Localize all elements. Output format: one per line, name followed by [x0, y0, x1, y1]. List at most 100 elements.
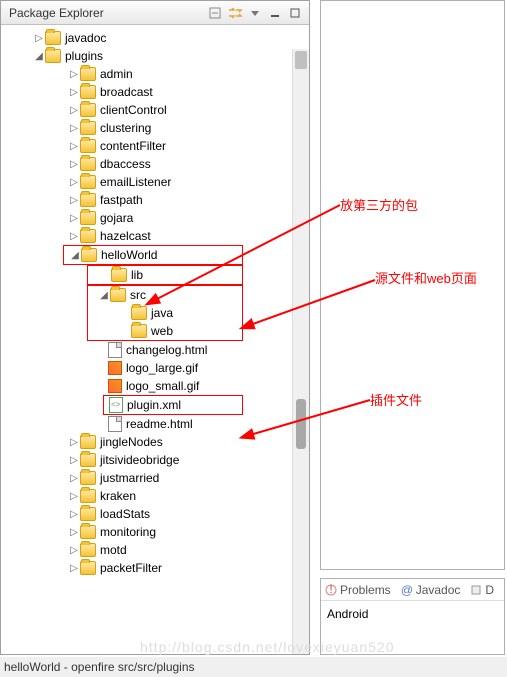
tree-label: jingleNodes — [100, 435, 163, 449]
tree-item[interactable]: ▷motd — [3, 541, 309, 559]
panel-title: Package Explorer — [5, 6, 205, 20]
tree-item[interactable]: ▷hazelcast — [3, 227, 309, 245]
tree-label: gojara — [100, 211, 133, 225]
tree-item[interactable]: ▷ jitsivideobridge — [3, 451, 309, 469]
html-file-icon — [108, 342, 122, 358]
tree-label: jitsivideobridge — [100, 453, 179, 467]
folder-icon — [131, 306, 147, 320]
tree-item-plugins[interactable]: ◢plugins — [3, 47, 309, 65]
folder-icon — [80, 157, 96, 171]
expand-icon[interactable]: ▷ — [68, 123, 80, 134]
html-file-icon — [108, 416, 122, 432]
expand-icon[interactable]: ▷ — [68, 141, 80, 152]
expand-icon[interactable]: ▷ — [68, 177, 80, 188]
tree-item[interactable]: ▷fastpath — [3, 191, 309, 209]
folder-open-icon — [45, 49, 61, 63]
tree-item[interactable]: ▷contentFilter — [3, 137, 309, 155]
tab-declaration[interactable]: D — [470, 583, 494, 597]
expand-icon[interactable]: ▷ — [68, 491, 80, 502]
tree-item[interactable]: ▷ packetFilter — [3, 559, 309, 577]
expand-icon[interactable]: ▷ — [68, 563, 80, 574]
folder-icon — [80, 561, 96, 575]
tree-item-java[interactable]: java — [88, 304, 242, 322]
tree-item[interactable]: ▷admin — [3, 65, 309, 83]
tree-item-web[interactable]: web — [88, 322, 242, 340]
bottom-content: Android — [321, 601, 504, 627]
expand-icon[interactable]: ▷ — [68, 159, 80, 170]
folder-icon — [80, 85, 96, 99]
folder-icon — [80, 453, 96, 467]
tree-item[interactable]: ▷justmarried — [3, 469, 309, 487]
tree-view[interactable]: ▷javadoc ◢plugins ▷admin ▷broadcast ▷cli… — [1, 25, 309, 654]
expand-icon[interactable]: ▷ — [68, 69, 80, 80]
tree-item[interactable]: ▷broadcast — [3, 83, 309, 101]
tree-item-file[interactable]: changelog.html — [3, 341, 309, 359]
editor-area — [320, 0, 505, 570]
folder-icon — [111, 268, 127, 282]
tree-label: kraken — [100, 489, 136, 503]
xml-file-icon — [109, 397, 123, 413]
javadoc-icon: @ — [401, 584, 413, 596]
view-menu-icon[interactable] — [247, 5, 263, 21]
panel-header: Package Explorer — [1, 1, 309, 25]
tab-problems[interactable]: !Problems — [325, 583, 391, 597]
expand-icon[interactable]: ▷ — [68, 231, 80, 242]
tree-item[interactable]: ▷monitoring — [3, 523, 309, 541]
tree-item[interactable]: ▷emailListener — [3, 173, 309, 191]
tab-label: Problems — [340, 583, 391, 597]
tree-label: plugin.xml — [127, 398, 181, 412]
expand-icon[interactable]: ▷ — [68, 527, 80, 538]
collapse-icon[interactable]: ◢ — [98, 290, 110, 301]
folder-icon — [80, 435, 96, 449]
expand-icon[interactable]: ▷ — [68, 545, 80, 556]
tree-item[interactable]: ▷ kraken — [3, 487, 309, 505]
maximize-icon[interactable] — [287, 5, 303, 21]
collapse-icon[interactable]: ◢ — [69, 250, 81, 261]
tree-item-file[interactable]: readme.html — [3, 415, 309, 433]
expand-icon[interactable]: ▷ — [68, 473, 80, 484]
tree-item-file[interactable]: logo_small.gif — [3, 377, 309, 395]
tab-label: Javadoc — [416, 583, 461, 597]
tree-label: packetFilter — [100, 561, 162, 575]
expand-icon[interactable]: ▷ — [68, 105, 80, 116]
tree-item-pluginxml[interactable]: plugin.xml — [104, 396, 242, 414]
expand-icon[interactable]: ▷ — [68, 213, 80, 224]
tree-item[interactable]: ▷loadStats — [3, 505, 309, 523]
folder-open-icon — [81, 248, 97, 262]
tree-item[interactable]: ▷clustering — [3, 119, 309, 137]
tree-item-file[interactable]: logo_large.gif — [3, 359, 309, 377]
link-editor-icon[interactable] — [227, 5, 243, 21]
expand-icon[interactable]: ▷ — [68, 509, 80, 520]
collapse-icon[interactable]: ◢ — [33, 51, 45, 62]
problems-icon: ! — [325, 584, 337, 596]
expand-icon[interactable]: ▷ — [68, 87, 80, 98]
tree-item-src[interactable]: ◢src — [88, 286, 242, 304]
minimize-icon[interactable] — [267, 5, 283, 21]
image-file-icon — [108, 361, 122, 375]
folder-icon — [80, 67, 96, 81]
expand-icon[interactable]: ▷ — [68, 195, 80, 206]
tree-item[interactable]: ▷clientControl — [3, 101, 309, 119]
vertical-scrollbar[interactable] — [292, 49, 309, 654]
svg-text:@: @ — [401, 584, 413, 596]
tree-item[interactable]: ▷dbaccess — [3, 155, 309, 173]
scroll-thumb[interactable] — [296, 399, 306, 449]
expand-icon[interactable]: ▷ — [68, 455, 80, 466]
tab-javadoc[interactable]: @Javadoc — [401, 583, 461, 597]
scroll-up-icon[interactable] — [295, 51, 307, 69]
collapse-all-icon[interactable] — [207, 5, 223, 21]
tree-item-javadoc[interactable]: ▷javadoc — [3, 29, 309, 47]
expand-icon[interactable]: ▷ — [68, 437, 80, 448]
tree-item[interactable]: ▷ gojara — [3, 209, 309, 227]
tree-label: changelog.html — [126, 343, 207, 357]
folder-icon — [131, 324, 147, 338]
declaration-icon — [470, 584, 482, 596]
tab-bar: !Problems @Javadoc D — [321, 579, 504, 601]
tree-item-helloworld[interactable]: ◢ helloWorld — [64, 246, 242, 264]
expand-icon[interactable]: ▷ — [33, 33, 45, 44]
tree-label: lib — [131, 268, 143, 282]
package-explorer-panel: Package Explorer ▷javadoc ◢plugins ▷admi… — [0, 0, 310, 655]
tree-label: helloWorld — [101, 248, 157, 262]
tree-item[interactable]: ▷ jingleNodes — [3, 433, 309, 451]
tree-item-lib[interactable]: lib — [88, 266, 242, 284]
